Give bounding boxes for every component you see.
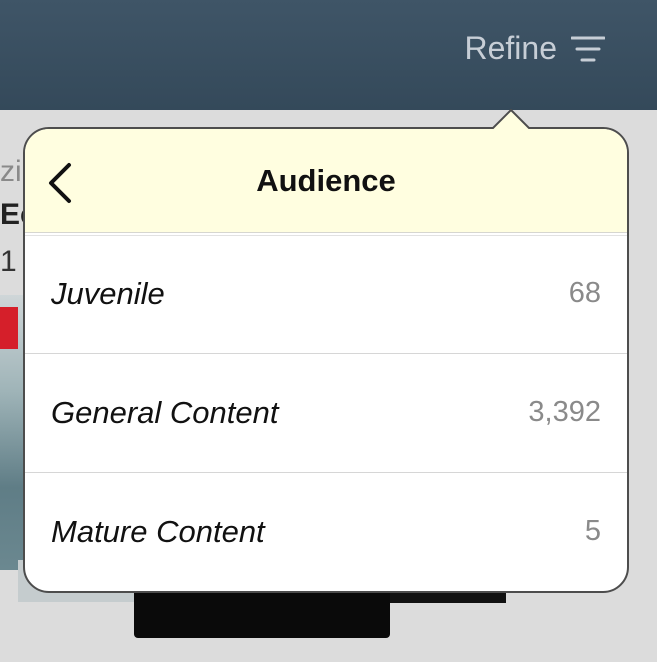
audience-list: Juvenile 68 General Content 3,392 Mature… <box>25 235 627 591</box>
refine-label: Refine <box>464 30 558 66</box>
list-item-mature-content[interactable]: Mature Content 5 <box>25 473 627 591</box>
list-item-general-content[interactable]: General Content 3,392 <box>25 354 627 473</box>
popover-arrow <box>491 109 531 131</box>
popover-header: Audience <box>25 129 627 236</box>
list-item-juvenile[interactable]: Juvenile 68 <box>25 235 627 354</box>
background-book-cover <box>0 295 24 570</box>
refine-button[interactable]: Refine <box>464 30 605 67</box>
list-item-label: General Content <box>51 395 279 430</box>
list-item-count: 3,392 <box>528 396 601 428</box>
audience-popover: Audience Juvenile 68 General Content 3,3… <box>23 127 629 593</box>
cover-badge <box>0 307 18 349</box>
popover-title: Audience <box>256 163 396 198</box>
list-item-label: Juvenile <box>51 276 165 311</box>
list-item-count: 68 <box>568 277 601 309</box>
top-navigation-bar: Refine <box>0 0 657 110</box>
list-item-label: Mature Content <box>51 514 265 549</box>
list-item-count: 5 <box>584 515 601 547</box>
filter-lines-icon <box>571 36 605 61</box>
